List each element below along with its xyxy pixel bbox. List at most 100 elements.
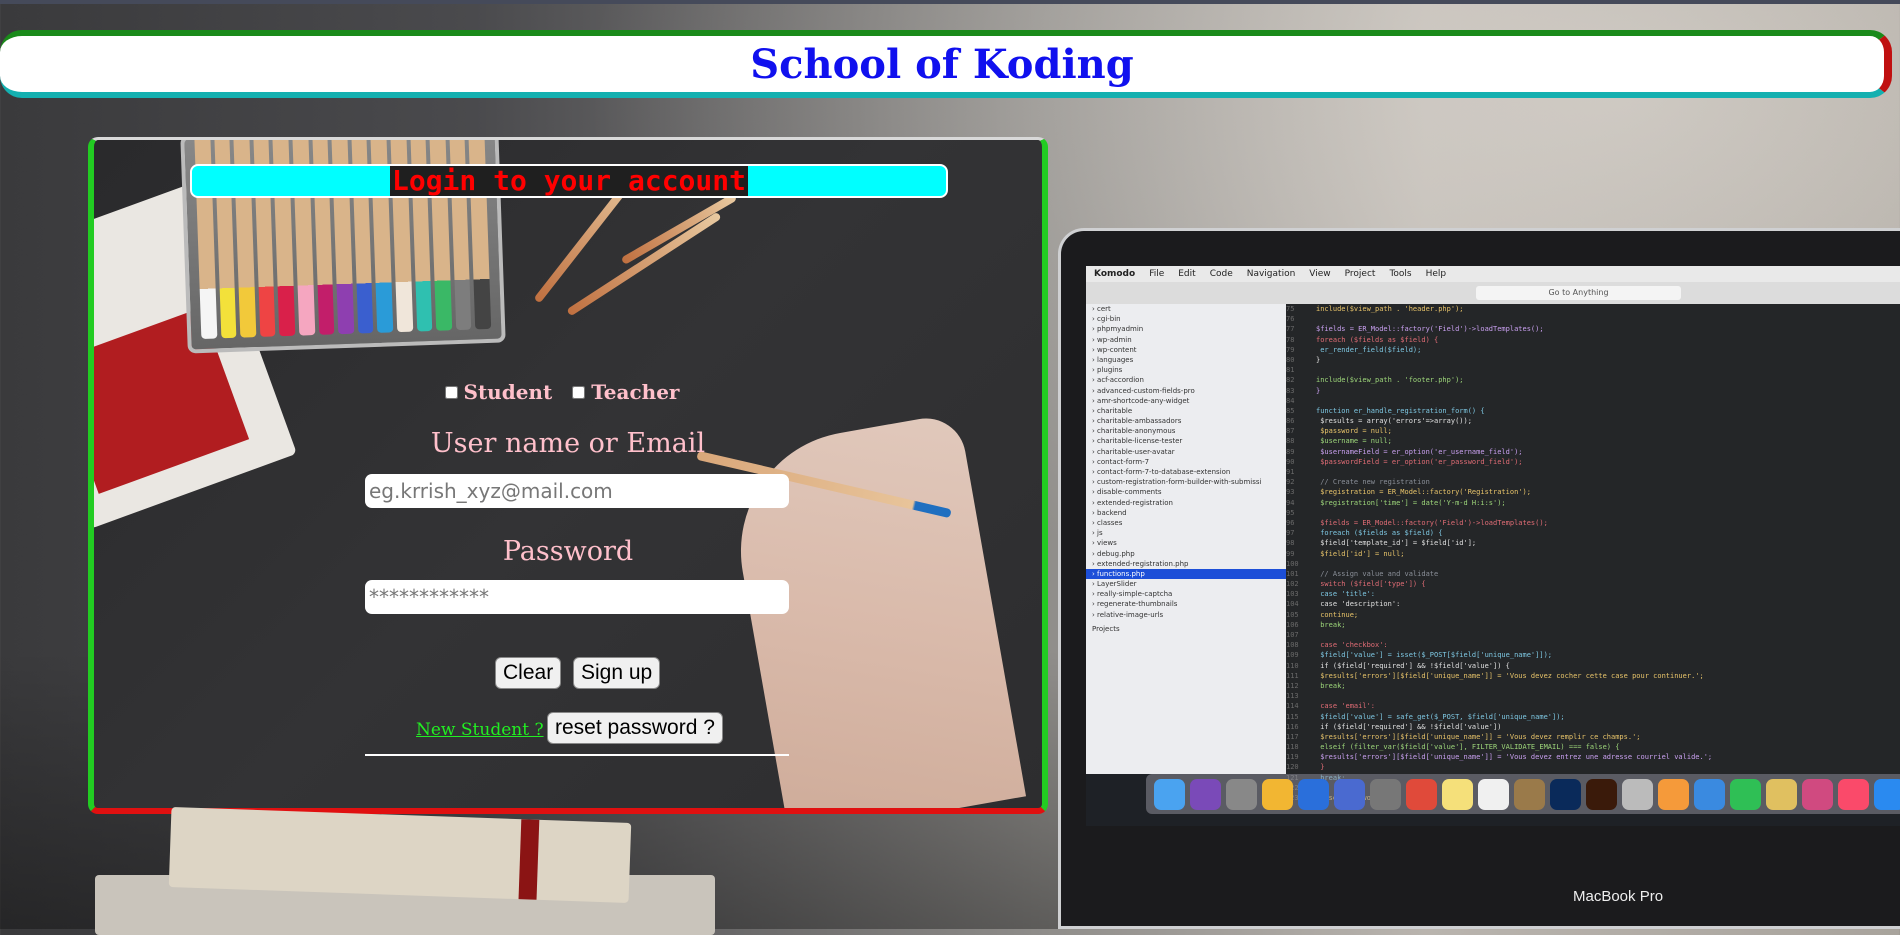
- dock-app-icon: [1730, 778, 1761, 810]
- code-line: 83}: [1286, 386, 1321, 395]
- dock-app-icon: [1802, 778, 1833, 810]
- username-label: User name or Email: [430, 428, 706, 459]
- code-line: 109 $field['value'] = isset($_POST[$fiel…: [1286, 651, 1553, 660]
- file-tree-item: › languages: [1092, 355, 1134, 364]
- mac-dock: [1146, 774, 1900, 814]
- file-tree-item: › contact-form-7: [1092, 457, 1150, 466]
- teacher-label: Teacher: [591, 380, 680, 404]
- clear-button[interactable]: Clear: [495, 657, 562, 689]
- editor-menu-item: Navigation: [1246, 269, 1296, 279]
- file-tree-item: › custom-registration-form-builder-with-…: [1092, 478, 1262, 487]
- code-line: 81: [1286, 366, 1295, 375]
- dock-app-icon: [1334, 778, 1365, 810]
- file-tree-item: › wp-content: [1092, 345, 1137, 354]
- file-tree-item: › charitable-user-avatar: [1092, 447, 1175, 456]
- password-input[interactable]: [365, 580, 789, 614]
- code-line: 95: [1286, 508, 1295, 517]
- file-tree-item: › classes: [1092, 518, 1123, 527]
- file-tree-item: › phpmyadmin: [1092, 325, 1144, 334]
- username-input[interactable]: [365, 474, 789, 508]
- file-tree-item: › disable-comments: [1092, 488, 1162, 497]
- editor-menubar: Komodo File Edit Code Navigation View Project T…: [1086, 266, 1900, 282]
- code-line: 101 // Assign value and validate: [1286, 569, 1439, 578]
- dock-app-icon: [1694, 778, 1725, 810]
- file-tree-item: › charitable: [1092, 406, 1133, 415]
- login-title-bar: Login to your account: [190, 164, 948, 198]
- file-tree-item: › plugins: [1092, 366, 1123, 375]
- code-line: 105 continue;: [1286, 610, 1359, 619]
- code-line: 108 case 'checkbox':: [1286, 641, 1388, 650]
- goto-anything-field: Go to Anything: [1476, 286, 1681, 300]
- dock-app-icon: [1874, 778, 1900, 810]
- code-line: 77 $fields = ER_Model::factory('Field')->…: [1286, 325, 1544, 334]
- dock-app-icon: [1550, 778, 1581, 810]
- pencil-image: [620, 193, 738, 265]
- editor-menu-item: Komodo: [1094, 269, 1136, 279]
- code-line: 111 $results['errors'][$field['unique_na…: [1286, 671, 1704, 680]
- file-tree-item: › charitable-anonymous: [1092, 427, 1176, 436]
- code-line: 113: [1286, 692, 1299, 701]
- laptop-brand: MacBook Pro: [1573, 888, 1664, 905]
- file-tree-item: › charitable-ambassadors: [1092, 417, 1182, 426]
- code-line: 85 function er_handle_registration_form()…: [1286, 406, 1485, 415]
- code-line: 106 break;: [1286, 620, 1346, 629]
- code-line: 93 $registration = ER_Model::factory('Re…: [1286, 488, 1531, 497]
- code-line: 90 $passwordField = er_option('er_passwo…: [1286, 457, 1523, 466]
- code-line: 110 if ($field['required'] && !$field['v…: [1286, 661, 1510, 670]
- file-tree-item: › cgi-bin: [1092, 315, 1121, 324]
- dock-app-icon: [1442, 778, 1473, 810]
- code-editor: 75 include($view_path . 'header.php'); 76 7…: [1286, 304, 1900, 802]
- dock-app-icon: [1838, 778, 1869, 810]
- file-tree-item: › contact-form-7-to-database-extension: [1092, 468, 1231, 476]
- reset-password-button[interactable]: reset password ?: [547, 712, 723, 744]
- file-tree-item: › views: [1092, 539, 1117, 548]
- editor-menu-item: View: [1309, 269, 1331, 279]
- dock-app-icon: [1406, 778, 1437, 810]
- code-line: 100: [1286, 559, 1299, 568]
- code-line: 79 er_render_field($field);: [1286, 345, 1422, 354]
- file-tree-item: › backend: [1092, 508, 1127, 517]
- signup-button[interactable]: Sign up: [573, 657, 661, 689]
- dock-app-icon: [1586, 778, 1617, 810]
- editor-menu-item: Help: [1425, 269, 1447, 279]
- dock-app-icon: [1766, 778, 1797, 810]
- file-tree-item: › really-simple-captcha: [1092, 590, 1173, 599]
- code-line: 76: [1286, 315, 1295, 324]
- file-tree-item: › acf-accordion: [1092, 376, 1144, 385]
- editor-menu-item: Code: [1209, 269, 1233, 279]
- dock-app-icon: [1658, 778, 1689, 810]
- site-title: School of Koding: [750, 40, 1134, 88]
- code-line: 104 case 'description':: [1286, 600, 1401, 609]
- code-line: 98 $field['template_id'] = $field['id'];: [1286, 539, 1477, 548]
- site-header: School of Koding: [0, 30, 1892, 98]
- login-title: Login to your account: [389, 164, 748, 197]
- code-line: 75 include($view_path . 'header.php');: [1286, 305, 1464, 313]
- file-tree-item: › amr-shortcode-any-widget: [1092, 396, 1190, 405]
- file-tree-item: › functions.php: [1086, 568, 1286, 580]
- role-selector: Student Teacher: [94, 380, 1042, 404]
- dock-app-icon: [1226, 778, 1257, 810]
- teacher-checkbox[interactable]: [572, 385, 586, 399]
- editor-menu-item: Project: [1344, 269, 1376, 279]
- dock-app-icon: [1622, 778, 1653, 810]
- code-line: 78 foreach ($fields as $field) {: [1286, 335, 1439, 344]
- code-line: 80}: [1286, 355, 1321, 364]
- code-line: 91: [1286, 468, 1295, 476]
- file-tree-item: › extended-registration: [1092, 498, 1173, 507]
- laptop-image: Komodo File Edit Code Navigation View Project T…: [1058, 228, 1900, 929]
- student-label: Student: [463, 380, 553, 404]
- file-tree-item: › charitable-license-tester: [1092, 437, 1183, 446]
- file-tree-item: › extended-registration.php: [1092, 559, 1189, 568]
- password-label: Password: [502, 536, 634, 567]
- code-line: 96 $fields = ER_Model::factory('Field')-…: [1286, 518, 1548, 527]
- new-student-link[interactable]: New Student ?: [416, 720, 544, 740]
- file-tree-item: › cert: [1092, 305, 1111, 313]
- book-image: [168, 806, 632, 904]
- student-checkbox[interactable]: [444, 385, 458, 399]
- file-tree-item: › regenerate-thumbnails: [1092, 600, 1178, 609]
- role-student[interactable]: Student: [444, 380, 553, 404]
- role-teacher[interactable]: Teacher: [572, 380, 679, 404]
- code-line: 112 break;: [1286, 681, 1346, 690]
- laptop-screen: Komodo File Edit Code Navigation View Project T…: [1086, 266, 1900, 826]
- dock-app-icon: [1190, 778, 1221, 810]
